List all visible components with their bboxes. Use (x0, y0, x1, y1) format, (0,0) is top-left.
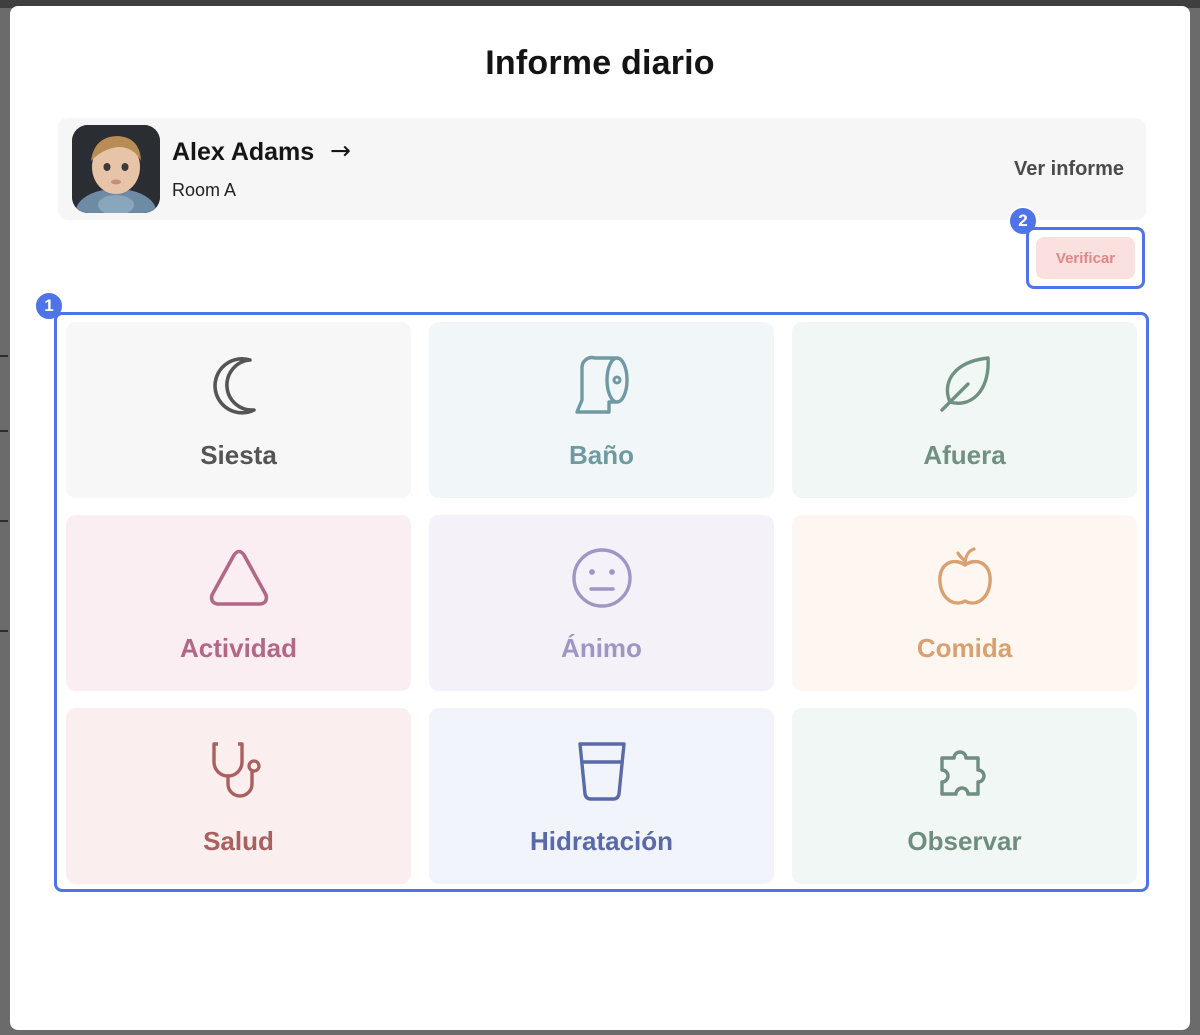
verify-button[interactable]: Verificar (1036, 237, 1135, 279)
daily-report-modal: Informe diario Alex Adams → Room A Ver i… (10, 6, 1190, 1030)
child-card[interactable]: Alex Adams → Room A Ver informe (58, 118, 1146, 220)
leaf-icon (939, 356, 990, 412)
puzzle-icon (939, 750, 986, 796)
category-tile-salud[interactable]: Salud (66, 708, 411, 884)
verify-highlight: Verificar (1026, 227, 1145, 289)
view-report-link[interactable]: Ver informe (1014, 158, 1124, 181)
category-tile-comida[interactable]: Comida (792, 515, 1137, 691)
category-label: Ánimo (561, 633, 642, 663)
category-label: Comida (916, 633, 1013, 663)
category-tile-observar[interactable]: Observar (792, 708, 1137, 884)
category-tile-animo[interactable]: Ánimo (429, 515, 774, 691)
neutral-face-icon (571, 548, 632, 608)
stethoscope-icon (211, 742, 261, 798)
category-tile-hidratacion[interactable]: Hidratación (429, 708, 774, 884)
arrow-right-icon: → (330, 136, 351, 165)
category-label: Afuera (923, 440, 1006, 470)
modal-title: Informe diario (485, 44, 715, 82)
category-grid: Siesta Baño Afuera Actividad Ánimo Comid… (54, 312, 1149, 892)
avatar (72, 125, 160, 213)
moon-icon (212, 357, 256, 415)
child-room: Room A (172, 180, 237, 200)
glass-icon (577, 742, 626, 801)
toilet-paper-icon (574, 355, 629, 414)
category-tile-afuera[interactable]: Afuera (792, 322, 1137, 498)
triangle-icon (209, 549, 268, 606)
category-tile-actividad[interactable]: Actividad (66, 515, 411, 691)
category-tile-siesta[interactable]: Siesta (66, 322, 411, 498)
apple-icon (937, 547, 992, 605)
category-label: Observar (907, 826, 1022, 856)
category-label: Actividad (179, 633, 298, 663)
child-name: Alex Adams (172, 138, 315, 166)
category-label: Siesta (200, 440, 277, 470)
category-label: Hidratación (529, 826, 674, 856)
category-label: Salud (203, 826, 274, 856)
category-label: Baño (569, 440, 634, 470)
category-tile-bano[interactable]: Baño (429, 322, 774, 498)
